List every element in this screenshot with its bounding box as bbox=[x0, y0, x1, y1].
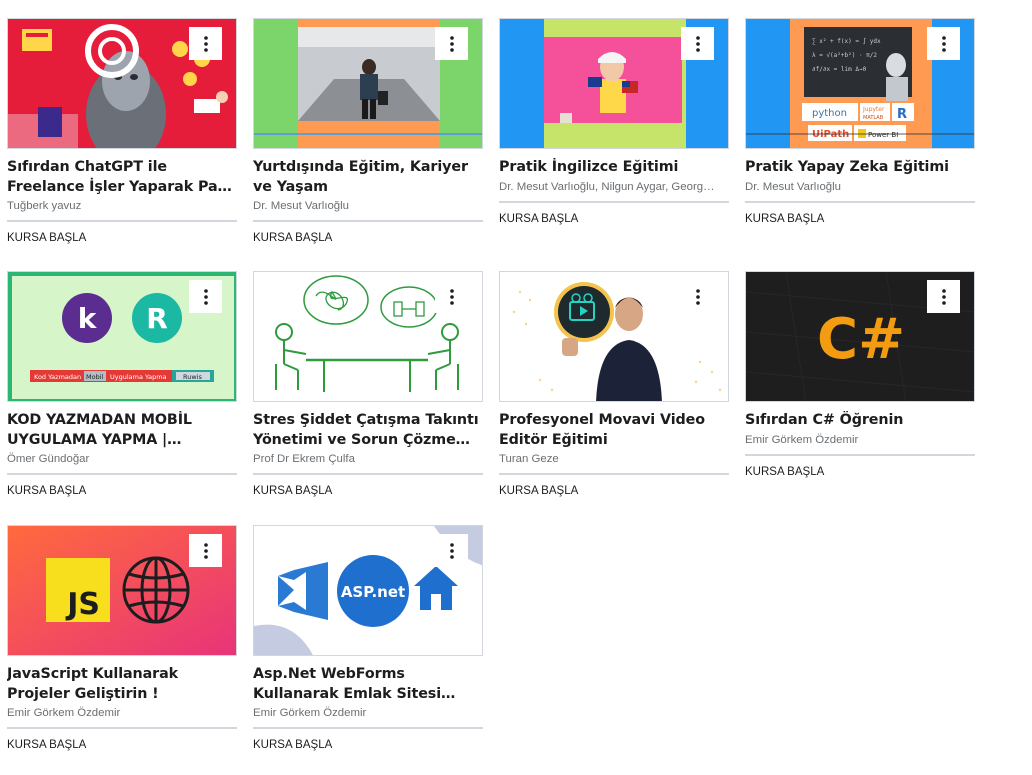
course-title[interactable]: Asp.Net WebForms Kullanarak Emlak Sitesi… bbox=[253, 665, 483, 704]
course-instructor: Dr. Mesut Varlıoğlu bbox=[745, 180, 842, 193]
divider bbox=[7, 727, 237, 729]
more-vertical-icon bbox=[449, 288, 454, 305]
course-card: Profesyonel Movavi Video Editör Eğitimi … bbox=[499, 271, 729, 499]
course-menu-button[interactable] bbox=[189, 280, 222, 313]
more-vertical-icon bbox=[695, 35, 700, 52]
divider bbox=[7, 220, 237, 222]
course-card: Yurtdışında Eğitim, Kariyer ve Yaşam Dr.… bbox=[253, 18, 483, 246]
more-vertical-icon bbox=[203, 35, 208, 52]
course-instructor: Dr. Mesut Varlıoğlu bbox=[253, 200, 350, 212]
course-menu-button[interactable] bbox=[435, 280, 468, 313]
svg-text:λ = √(a²+b²) · π/2: λ = √(a²+b²) · π/2 bbox=[812, 52, 877, 59]
course-title[interactable]: JavaScript Kullanarak Projeler Geliştiri… bbox=[7, 665, 237, 704]
course-card: C# Sıfırdan C# Öğrenin Emir Görkem Özdem… bbox=[745, 271, 975, 480]
course-title[interactable]: Yurtdışında Eğitim, Kariyer ve Yaşam bbox=[253, 158, 483, 197]
svg-text:Jupyter: Jupyter bbox=[862, 106, 885, 113]
divider bbox=[745, 200, 975, 203]
svg-text:Ruwis: Ruwis bbox=[183, 373, 202, 381]
course-menu-button[interactable] bbox=[927, 27, 960, 60]
more-vertical-icon bbox=[449, 35, 454, 52]
course-title[interactable]: Profesyonel Movavi Video Editör Eğitimi bbox=[499, 411, 729, 450]
course-card: ∑ x² + f(x) = ∫ ydx λ = √(a²+b²) · π/2 ∂… bbox=[745, 18, 975, 227]
course-card: Pratik İngilizce Eğitimi Dr. Mesut Varlı… bbox=[499, 18, 729, 227]
course-instructor: Turan Geze bbox=[499, 453, 559, 465]
divider bbox=[253, 727, 483, 729]
start-course-button[interactable]: KURSA BAŞLA bbox=[7, 230, 86, 246]
start-course-button[interactable]: KURSA BAŞLA bbox=[499, 211, 578, 227]
svg-text:R: R bbox=[897, 107, 907, 122]
svg-text:∂f/∂x = lim Δ→0: ∂f/∂x = lim Δ→0 bbox=[812, 66, 867, 73]
more-vertical-icon bbox=[203, 288, 208, 305]
course-thumbnail[interactable] bbox=[253, 271, 483, 402]
course-instructor: Tuğberk yavuz bbox=[7, 200, 82, 212]
course-instructor: Emir Görkem Özdemir bbox=[745, 433, 859, 446]
start-course-button[interactable]: KURSA BAŞLA bbox=[7, 737, 86, 753]
divider bbox=[7, 473, 237, 475]
course-card: JS JavaScript Kullanarak Projeler Gelişt… bbox=[7, 525, 237, 753]
course-instructor: Emir Görkem Özdemir bbox=[253, 707, 367, 719]
course-card: Stres Şiddet Çatışma Takıntı Yönetimi ve… bbox=[253, 271, 483, 499]
course-title[interactable]: Sıfırdan C# Öğrenin bbox=[745, 411, 975, 431]
course-thumbnail[interactable]: ∑ x² + f(x) = ∫ ydx λ = √(a²+b²) · π/2 ∂… bbox=[745, 18, 975, 149]
course-title[interactable]: Sıfırdan ChatGPT ile Freelance İşler Yap… bbox=[7, 158, 237, 197]
course-menu-button[interactable] bbox=[927, 280, 960, 313]
svg-text:MATLAB: MATLAB bbox=[863, 115, 884, 121]
course-thumbnail[interactable] bbox=[7, 18, 237, 149]
course-instructor: Ömer Gündoğar bbox=[7, 453, 90, 465]
start-course-button[interactable]: KURSA BAŞLA bbox=[499, 483, 578, 499]
divider bbox=[253, 473, 483, 475]
start-course-button[interactable]: KURSA BAŞLA bbox=[745, 464, 824, 480]
svg-text:python: python bbox=[812, 108, 847, 119]
start-course-button[interactable]: KURSA BAŞLA bbox=[745, 211, 824, 227]
svg-text:R: R bbox=[146, 302, 168, 335]
course-menu-button[interactable] bbox=[435, 534, 468, 567]
more-vertical-icon bbox=[203, 542, 208, 559]
more-vertical-icon bbox=[941, 35, 946, 52]
start-course-button[interactable]: KURSA BAŞLA bbox=[253, 230, 332, 246]
course-title[interactable]: Pratik İngilizce Eğitimi bbox=[499, 158, 729, 178]
svg-text:JS: JS bbox=[65, 587, 100, 622]
more-vertical-icon bbox=[941, 288, 946, 305]
svg-text:C#: C# bbox=[817, 307, 905, 372]
course-menu-button[interactable] bbox=[435, 27, 468, 60]
course-card: Sıfırdan ChatGPT ile Freelance İşler Yap… bbox=[7, 18, 237, 246]
course-card: k R Kod Yazmadan Mobil Uygulama Yapma Ru… bbox=[7, 271, 237, 499]
course-menu-button[interactable] bbox=[189, 534, 222, 567]
course-title[interactable]: Pratik Yapay Zeka Eğitimi bbox=[745, 158, 975, 178]
course-instructor: Prof Dr Ekrem Çulfa bbox=[253, 453, 355, 465]
divider bbox=[253, 220, 483, 222]
course-title[interactable]: Stres Şiddet Çatışma Takıntı Yönetimi ve… bbox=[253, 411, 483, 450]
start-course-button[interactable]: KURSA BAŞLA bbox=[253, 737, 332, 753]
divider bbox=[499, 200, 729, 203]
svg-text:∑ x² + f(x) = ∫ ydx: ∑ x² + f(x) = ∫ ydx bbox=[812, 37, 881, 45]
svg-text:Mobil: Mobil bbox=[86, 373, 104, 381]
start-course-button[interactable]: KURSA BAŞLA bbox=[253, 483, 332, 499]
course-thumbnail[interactable] bbox=[499, 18, 729, 149]
course-thumbnail[interactable]: JS bbox=[7, 525, 237, 656]
course-thumbnail[interactable]: ASP.net bbox=[253, 525, 483, 656]
course-menu-button[interactable] bbox=[681, 280, 714, 313]
more-vertical-icon bbox=[695, 288, 700, 305]
svg-text:Kod Yazmadan: Kod Yazmadan bbox=[34, 373, 81, 381]
more-vertical-icon bbox=[449, 542, 454, 559]
course-menu-button[interactable] bbox=[681, 27, 714, 60]
course-instructor: Emir Görkem Özdemir bbox=[7, 707, 121, 719]
svg-text:k: k bbox=[78, 302, 98, 335]
course-instructor: Dr. Mesut Varlıoğlu, Nilgun Aygar, Georg… bbox=[499, 180, 715, 193]
course-card: ASP.net Asp.Net WebForms Kullanarak Emla… bbox=[253, 525, 483, 753]
course-thumbnail[interactable]: C# bbox=[745, 271, 975, 402]
course-thumbnail[interactable] bbox=[499, 271, 729, 402]
svg-text:ASP.net: ASP.net bbox=[341, 583, 405, 601]
divider bbox=[745, 453, 975, 456]
course-thumbnail[interactable]: k R Kod Yazmadan Mobil Uygulama Yapma Ru… bbox=[7, 271, 237, 402]
course-thumbnail[interactable] bbox=[253, 18, 483, 149]
start-course-button[interactable]: KURSA BAŞLA bbox=[7, 483, 86, 499]
course-menu-button[interactable] bbox=[189, 27, 222, 60]
divider bbox=[499, 473, 729, 475]
course-title[interactable]: KOD YAZMADAN MOBİL UYGULAMA YAPMA | Kodu… bbox=[7, 411, 237, 450]
svg-text:Uygulama Yapma: Uygulama Yapma bbox=[110, 373, 167, 381]
